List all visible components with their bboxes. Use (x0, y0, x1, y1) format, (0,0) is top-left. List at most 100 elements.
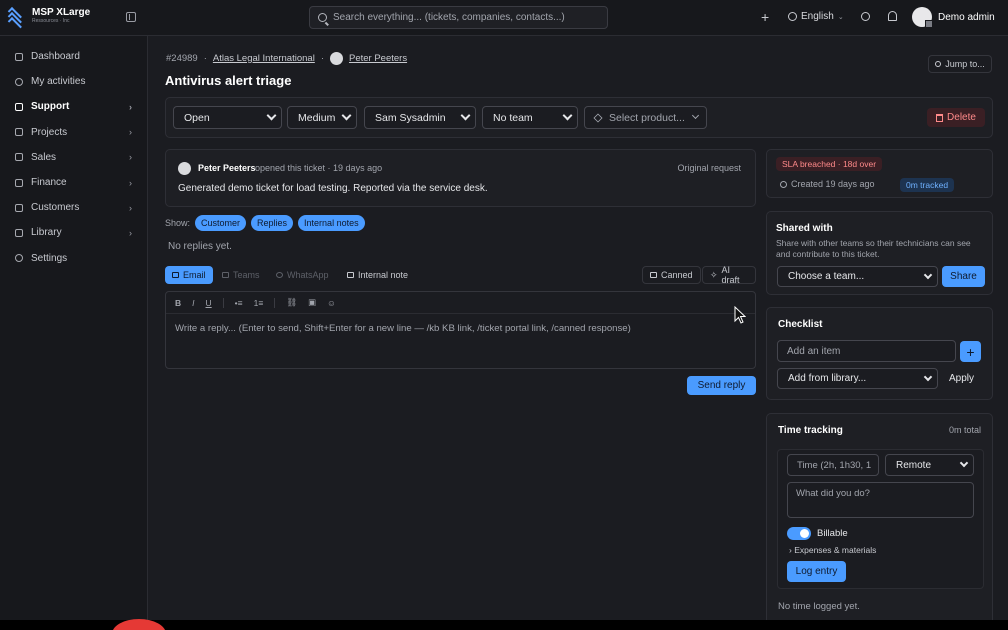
page-title: Antivirus alert triage (165, 73, 292, 88)
time-input[interactable]: Time (2h, 1h30, 1 (787, 454, 879, 476)
company-link[interactable]: Atlas Legal International (213, 53, 315, 64)
image-icon[interactable]: ▣ (308, 297, 316, 308)
dashboard-icon (15, 52, 23, 61)
search-icon (318, 13, 327, 22)
sidebar-item-dashboard[interactable]: Dashboard (0, 44, 147, 69)
underline-icon[interactable]: U (206, 298, 212, 308)
sidebar-item-label: My activities (31, 76, 86, 88)
chevron-right-icon: › (129, 177, 132, 188)
whatsapp-icon (276, 272, 283, 278)
checklist-panel: Checklist Add an item + Add from library… (766, 307, 993, 400)
link-icon[interactable]: ⛓ (286, 297, 297, 308)
apply-button[interactable]: Apply (949, 373, 974, 384)
tab-label: Email (183, 270, 206, 280)
user-name: Demo admin (938, 11, 995, 23)
priority-value: Medium (298, 111, 336, 124)
team-value: No team (493, 111, 533, 124)
checklist-library-select[interactable]: Add from library... (777, 368, 938, 389)
breadcrumb-separator: · (203, 53, 207, 64)
document-icon (15, 178, 23, 187)
tab-internal-note[interactable]: Internal note (340, 266, 415, 284)
empty-replies-message: No replies yet. (168, 241, 232, 252)
send-reply-button[interactable]: Send reply (687, 376, 756, 395)
sla-panel: SLA breached · 18d over Created 19 days … (766, 149, 993, 198)
location-select[interactable]: Remote (885, 454, 974, 476)
filter-chip-internal-notes[interactable]: Internal notes (298, 215, 365, 231)
sidebar-item-settings[interactable]: Settings (0, 246, 147, 271)
status-value: Open (184, 111, 210, 124)
contact-link[interactable]: Peter Peeters (349, 53, 407, 64)
expenses-disclosure[interactable]: › Expenses & materials (789, 545, 876, 555)
italic-icon[interactable]: I (192, 298, 194, 308)
filter-chip-customer[interactable]: Customer (195, 215, 247, 231)
chevron-down-icon (923, 372, 933, 382)
request-meta: opened this ticket · 19 days ago (255, 163, 383, 173)
ai-draft-button[interactable]: ✧ AI draft (702, 265, 756, 285)
chevron-down-icon (460, 110, 471, 121)
sidebar-toggle-icon[interactable] (126, 12, 136, 22)
time-tracking-title: Time tracking (778, 425, 843, 436)
share-button[interactable]: Share (942, 266, 985, 287)
numbered-list-icon[interactable]: 1≡ (254, 298, 264, 308)
toolbar-divider (274, 297, 276, 308)
breadcrumb-separator: · (320, 53, 324, 64)
toolbar-divider (222, 297, 224, 308)
gear-icon (15, 254, 23, 263)
jump-to-button[interactable]: Jump to... (928, 55, 992, 73)
theme-toggle-icon[interactable] (861, 12, 870, 21)
book-icon (15, 228, 23, 237)
filter-chip-replies[interactable]: Replies (251, 215, 294, 231)
billable-label: Billable (817, 528, 848, 539)
team-share-placeholder: Choose a team... (788, 271, 865, 282)
billable-toggle[interactable] (787, 527, 811, 540)
globe-icon (788, 12, 797, 21)
add-new-icon[interactable]: + (761, 10, 769, 24)
sidebar-item-projects[interactable]: Projects › (0, 120, 147, 145)
team-select[interactable]: No team (482, 106, 578, 129)
team-share-select[interactable]: Choose a team... (777, 266, 938, 287)
bold-icon[interactable]: B (175, 298, 181, 308)
product-select[interactable]: Select product... (584, 106, 707, 129)
created-info: Created 19 days ago (780, 179, 875, 189)
notifications-icon[interactable] (888, 11, 897, 21)
user-menu[interactable]: Demo admin (912, 7, 995, 28)
tab-email[interactable]: Email (165, 266, 213, 284)
tab-teams[interactable]: Teams (215, 266, 267, 284)
assignee-select[interactable]: Sam Sysadmin (364, 106, 476, 129)
checklist-title: Checklist (778, 319, 823, 330)
chevron-right-icon: › (129, 127, 132, 138)
request-tag: Original request (677, 163, 741, 173)
brand-name: MSP XLarge (32, 6, 91, 18)
search-input[interactable]: Search everything... (tickets, companies… (309, 6, 608, 29)
sidebar-item-my-activities[interactable]: My activities (0, 69, 147, 94)
language-label: English (801, 11, 834, 22)
work-description-input[interactable]: What did you do? (787, 482, 974, 518)
tab-label: Teams (233, 270, 260, 280)
sidebar-item-finance[interactable]: Finance › (0, 170, 147, 195)
bullet-list-icon[interactable]: •≡ (235, 298, 243, 308)
sidebar-item-support[interactable]: Support › (0, 94, 147, 119)
sidebar-item-sales[interactable]: Sales › (0, 145, 147, 170)
sidebar-item-customers[interactable]: Customers › (0, 195, 147, 220)
search-placeholder: Search everything... (tickets, companies… (333, 12, 565, 23)
checklist-item-input[interactable]: Add an item (777, 340, 956, 362)
note-icon (347, 272, 354, 278)
sidebar-item-library[interactable]: Library › (0, 220, 147, 245)
product-placeholder: Select product... (609, 111, 685, 124)
tab-label: Internal note (358, 270, 409, 280)
empty-time-message: No time logged yet. (778, 601, 860, 612)
priority-select[interactable]: Medium (287, 106, 357, 129)
add-checklist-item-button[interactable]: + (960, 341, 981, 362)
delete-button[interactable]: Delete (927, 108, 985, 127)
status-select[interactable]: Open (173, 106, 282, 129)
brand[interactable]: MSP XLarge Ressources · Inc (7, 6, 91, 32)
log-entry-button[interactable]: Log entry (787, 561, 846, 582)
tab-whatsapp[interactable]: WhatsApp (269, 266, 336, 284)
sparkle-icon: ✧ (710, 269, 718, 280)
sidebar-item-label: Sales (31, 151, 57, 163)
original-request-card: Peter Peeters opened this ticket · 19 da… (165, 149, 756, 207)
reply-editor[interactable]: B I U •≡ 1≡ ⛓ ▣ ☺ Write a reply... (Ente… (165, 291, 756, 369)
language-selector[interactable]: English ⌄ (788, 11, 844, 22)
emoji-icon[interactable]: ☺ (327, 298, 336, 308)
canned-button[interactable]: Canned (642, 266, 701, 284)
